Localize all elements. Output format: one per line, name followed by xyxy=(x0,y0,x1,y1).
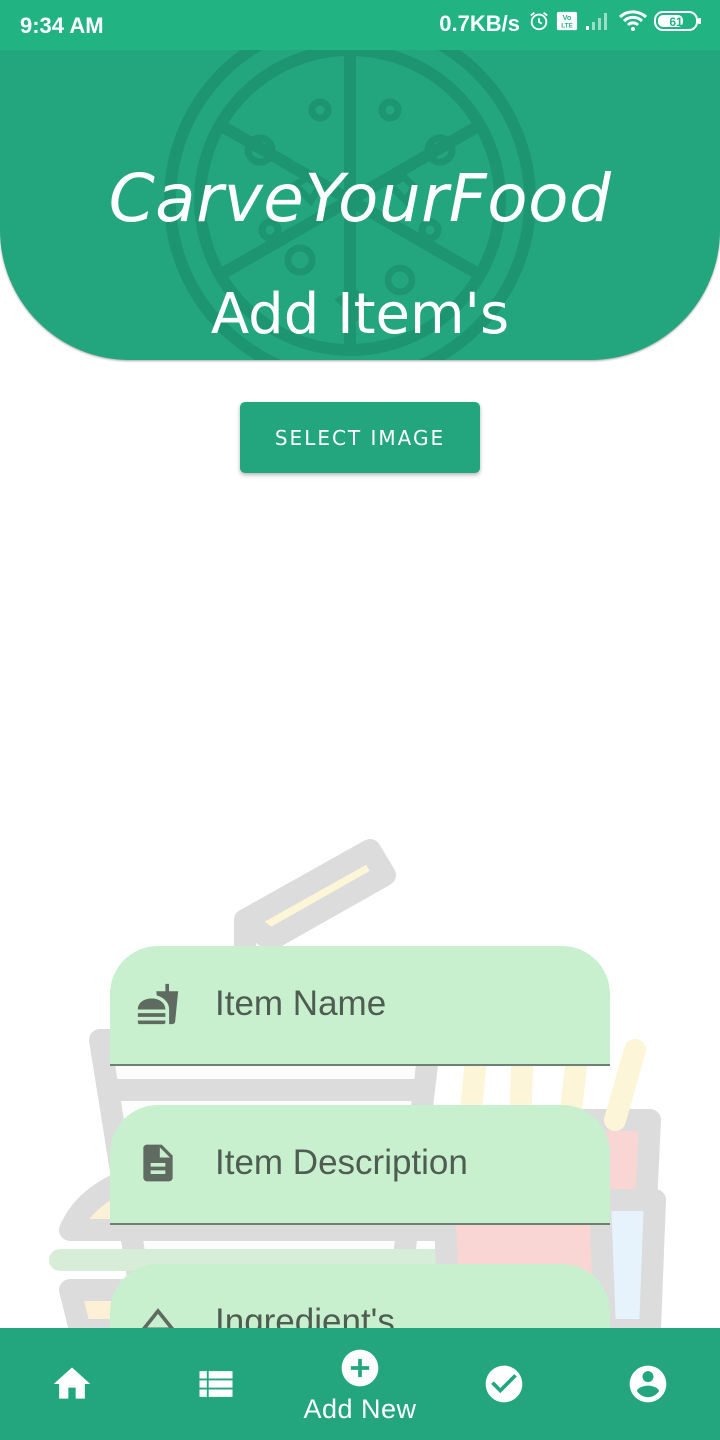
nav-add-new[interactable]: Add New xyxy=(288,1328,432,1440)
status-icons: 0.7KB/s Vo LTE 61 xyxy=(439,10,702,38)
alarm-icon xyxy=(528,10,550,38)
select-image-button[interactable]: SELECT IMAGE xyxy=(240,402,480,473)
header: CarveYourFood Add Item's xyxy=(0,50,720,360)
nav-list[interactable] xyxy=(144,1328,288,1440)
account-icon xyxy=(629,1365,667,1403)
list-icon xyxy=(199,1371,233,1397)
fastfood-icon xyxy=(137,983,179,1025)
item-description-field[interactable]: Item Description xyxy=(110,1105,610,1225)
item-description-label: Item Description xyxy=(215,1143,468,1182)
svg-text:LTE: LTE xyxy=(561,22,573,29)
item-name-label: Item Name xyxy=(215,984,387,1023)
nav-home[interactable] xyxy=(0,1328,144,1440)
bottom-navigation: Add New xyxy=(0,1328,720,1440)
nav-profile[interactable] xyxy=(576,1328,720,1440)
volte-icon: Vo LTE xyxy=(556,10,578,38)
app-title: CarveYourFood xyxy=(108,160,612,237)
check-circle-icon xyxy=(485,1365,523,1403)
svg-text:Vo: Vo xyxy=(563,13,572,22)
add-circle-icon xyxy=(341,1349,379,1387)
page-title: Add Item's xyxy=(210,282,510,347)
battery-level: 61 xyxy=(669,15,683,29)
food-background-illustration xyxy=(49,839,666,1340)
network-speed: 0.7KB/s xyxy=(439,11,520,36)
document-icon xyxy=(143,1144,173,1182)
nav-add-new-label: Add New xyxy=(303,1394,417,1424)
battery-icon: 61 xyxy=(654,10,702,38)
wifi-icon xyxy=(618,10,648,38)
home-icon xyxy=(53,1367,91,1399)
item-name-field[interactable]: Item Name xyxy=(110,946,610,1066)
nav-completed[interactable] xyxy=(432,1328,576,1440)
status-time: 9:34 AM xyxy=(20,13,104,38)
status-bar: 9:34 AM 0.7KB/s Vo LTE 61 xyxy=(0,0,720,50)
signal-icon xyxy=(584,10,612,38)
